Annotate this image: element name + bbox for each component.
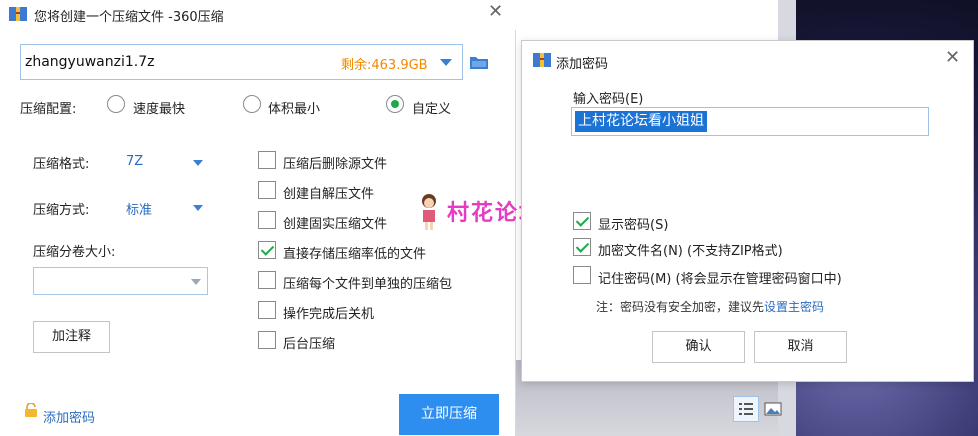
checkbox-encrypt-filenames-label: 加密文件名(N) (不支持ZIP格式)	[598, 244, 783, 259]
checkbox-remember-password[interactable]	[573, 266, 591, 284]
cancel-button[interactable]: 取消	[754, 331, 847, 363]
checkbox-show-password-label: 显示密码(S)	[598, 218, 669, 233]
close-icon[interactable]: ✕	[488, 1, 503, 22]
chevron-down-icon[interactable]	[193, 160, 203, 166]
checkbox-separate-archives-label: 压缩每个文件到单独的压缩包	[283, 277, 453, 292]
archive-app-icon	[9, 7, 27, 21]
checkbox-remember-password-label: 记住密码(M) (将会显示在管理密码窗口中)	[598, 272, 842, 287]
lock-icon	[25, 403, 37, 417]
confirm-button[interactable]: 确认	[652, 331, 745, 363]
add-comment-button[interactable]: 加注释	[33, 321, 110, 353]
set-master-password-link[interactable]: 设置主密码	[764, 300, 824, 314]
checkbox-self-extract-label: 创建自解压文件	[283, 187, 375, 202]
security-note: 注：密码没有安全加密，建议先设置主密码	[596, 298, 824, 315]
title-bar: 您将创建一个压缩文件 -360压缩 ✕	[0, 0, 516, 30]
window-title: 您将创建一个压缩文件 -360压缩	[34, 10, 224, 25]
security-note-text: 注：密码没有安全加密，建议先	[596, 300, 765, 314]
checkbox-store-low-ratio[interactable]	[258, 241, 276, 259]
split-size-combo[interactable]	[33, 267, 208, 295]
checkbox-self-extract[interactable]	[258, 181, 276, 199]
compress-now-button[interactable]: 立即压缩	[399, 394, 499, 435]
checkbox-delete-source[interactable]	[258, 151, 276, 169]
checkbox-delete-source-label: 压缩后删除源文件	[283, 157, 388, 172]
checkbox-shutdown-label: 操作完成后关机	[283, 307, 375, 322]
thumbnail-view-glyph	[764, 402, 782, 416]
radio-smallest[interactable]	[243, 95, 261, 113]
checkbox-solid[interactable]	[258, 211, 276, 229]
config-label: 压缩配置:	[20, 102, 77, 117]
split-size-label: 压缩分卷大小:	[33, 245, 116, 260]
chevron-down-icon[interactable]	[440, 59, 452, 66]
checkbox-background[interactable]	[258, 331, 276, 349]
checkbox-solid-label: 创建固实压缩文件	[283, 217, 388, 232]
close-icon[interactable]: ✕	[945, 47, 960, 68]
list-view-glyph	[739, 403, 753, 415]
password-value: 上村花论坛看小姐姐	[575, 111, 707, 132]
checkbox-encrypt-filenames[interactable]	[573, 238, 591, 256]
chevron-down-icon[interactable]	[191, 279, 201, 285]
chevron-down-icon[interactable]	[193, 205, 203, 211]
archive-path-input[interactable]: zhangyuwanzi1.7z 剩余:463.9GB	[20, 44, 463, 80]
radio-custom-label: 自定义	[412, 102, 452, 117]
checkbox-background-label: 后台压缩	[283, 337, 336, 352]
thumbnail-view-icon[interactable]	[760, 396, 786, 422]
format-select[interactable]: 7Z	[126, 154, 143, 169]
radio-fastest-label: 速度最快	[133, 102, 186, 117]
radio-custom[interactable]	[386, 95, 404, 113]
folder-icon[interactable]	[470, 55, 488, 69]
radio-fastest[interactable]	[107, 95, 125, 113]
checkbox-store-low-ratio-label: 直接存储压缩率低的文件	[283, 247, 427, 262]
add-password-link[interactable]: 添加密码	[43, 407, 95, 426]
watermark-girl-icon	[422, 194, 436, 230]
archive-app-icon	[533, 53, 551, 67]
checkbox-show-password[interactable]	[573, 212, 591, 230]
password-input[interactable]: 上村花论坛看小姐姐	[571, 107, 929, 136]
dialog-title: 添加密码	[556, 57, 609, 72]
archive-path-value: zhangyuwanzi1.7z	[25, 54, 155, 70]
checkbox-shutdown[interactable]	[258, 301, 276, 319]
list-view-icon[interactable]	[733, 396, 759, 422]
method-label: 压缩方式:	[33, 203, 90, 218]
password-input-label: 输入密码(E)	[573, 92, 644, 107]
format-label: 压缩格式:	[33, 157, 90, 172]
free-space-label: 剩余:463.9GB	[341, 58, 428, 73]
radio-smallest-label: 体积最小	[268, 102, 321, 117]
add-password-dialog: 添加密码 ✕ 输入密码(E) 上村花论坛看小姐姐 显示密码(S) 加密文件名(N…	[521, 40, 974, 382]
checkbox-separate-archives[interactable]	[258, 271, 276, 289]
method-select[interactable]: 标准	[126, 199, 152, 218]
